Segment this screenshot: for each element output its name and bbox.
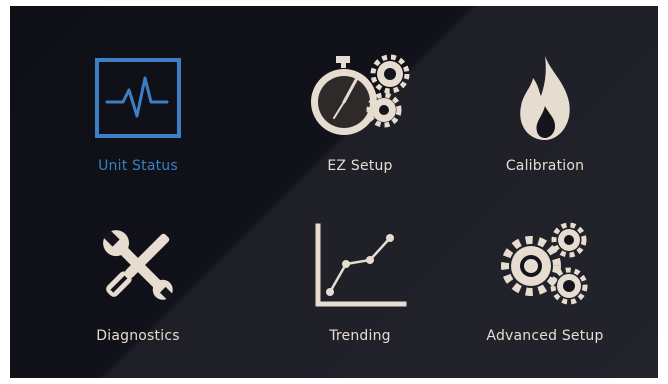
menu-item-advanced-setup[interactable]: Advanced Setup	[450, 214, 640, 364]
menu-item-unit-status[interactable]: Unit Status	[43, 46, 233, 196]
menu-item-ez-setup[interactable]: EZ Setup	[265, 46, 455, 196]
menu-item-label: Advanced Setup	[486, 328, 604, 344]
pulse-monitor-icon	[95, 58, 181, 138]
gears-icon	[501, 222, 588, 305]
menu-item-calibration[interactable]: Calibration	[450, 46, 640, 196]
menu-item-label: Calibration	[505, 158, 585, 174]
menu-item-diagnostics[interactable]: Diagnostics	[43, 214, 233, 364]
menu-item-trending[interactable]: Trending	[265, 214, 455, 364]
menu-item-label: EZ Setup	[327, 158, 393, 174]
menu-item-label: Unit Status	[98, 158, 178, 174]
stopwatch-gears-icon	[311, 54, 410, 135]
line-chart-icon	[315, 223, 407, 307]
wrench-screwdriver-icon	[102, 229, 175, 302]
menu-item-label: Diagnostics	[96, 328, 180, 344]
main-menu-screen: Unit Status EZ Setup Calibration Diagnos…	[10, 6, 658, 378]
menu-item-label: Trending	[329, 328, 391, 344]
flame-icon	[520, 56, 570, 140]
